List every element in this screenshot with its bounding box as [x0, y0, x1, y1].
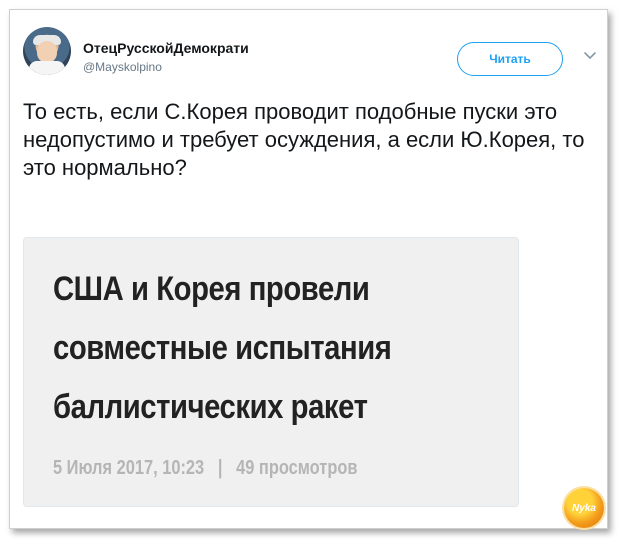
tweet-text: То есть, если С.Корея проводит подобные … — [23, 99, 585, 180]
author-name[interactable]: ОтецРусскойДемократи — [83, 40, 249, 56]
chevron-down-icon[interactable] — [583, 48, 597, 62]
avatar[interactable] — [23, 27, 71, 75]
follow-button[interactable]: Читать — [457, 42, 563, 76]
tweet-card: ОтецРусскойДемократи @Mayskolpino Читать… — [9, 9, 608, 529]
site-logo: Nyka — [564, 488, 604, 528]
article-meta: 5 Июля 2017, 10:23 | 49 просмотров — [53, 457, 357, 480]
avatar-face — [37, 41, 57, 63]
meta-separator: | — [217, 457, 223, 479]
article-views: 49 просмотров — [236, 457, 358, 479]
article-date: 5 Июля 2017, 10:23 — [53, 457, 205, 479]
embedded-article[interactable]: США и Корея провели совместные испытания… — [23, 237, 519, 507]
author-handle[interactable]: @Mayskolpino — [83, 60, 162, 74]
article-headline[interactable]: США и Корея провели совместные испытания… — [53, 260, 440, 437]
avatar-collar — [29, 61, 65, 75]
